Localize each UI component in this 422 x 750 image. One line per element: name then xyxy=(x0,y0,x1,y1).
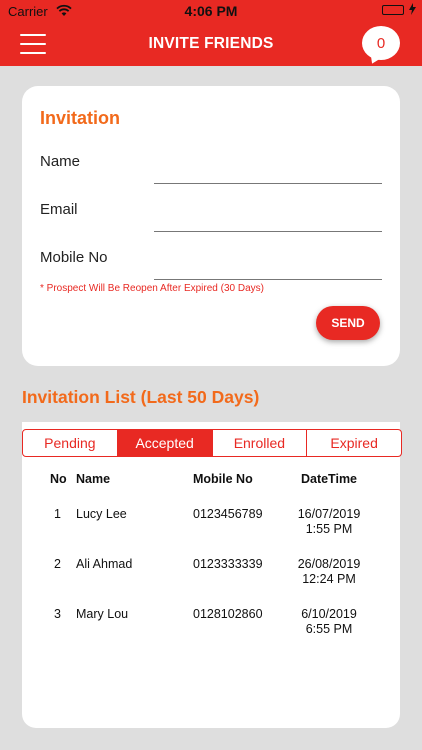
tab-enrolled[interactable]: Enrolled xyxy=(213,430,308,456)
invitation-list-panel: Pending Accepted Enrolled Expired No Nam… xyxy=(22,422,402,728)
name-label: Name xyxy=(40,153,81,170)
row-datetime: 6/10/2019 6:55 PM xyxy=(286,607,372,637)
page-title: INVITE FRIENDS xyxy=(148,35,274,52)
row-time: 12:24 PM xyxy=(302,572,356,586)
row-name: Ali Ahmad xyxy=(76,557,133,571)
invitation-list-title: Invitation List (Last 50 Days) xyxy=(22,387,260,407)
row-date: 26/08/2019 xyxy=(297,557,361,571)
email-label: Email xyxy=(40,201,78,218)
row-mobile: 0123456789 xyxy=(193,507,263,521)
charging-icon xyxy=(409,3,416,18)
column-header-no: No xyxy=(50,472,67,486)
send-button[interactable]: SEND xyxy=(316,306,380,340)
mobile-label: Mobile No xyxy=(40,249,108,266)
row-no: 3 xyxy=(54,607,61,621)
row-name: Mary Lou xyxy=(76,607,129,621)
column-header-datetime: DateTime xyxy=(300,472,358,486)
row-no: 2 xyxy=(54,557,61,571)
battery-icon xyxy=(382,5,404,15)
row-datetime: 26/08/2019 12:24 PM xyxy=(286,557,372,587)
email-field[interactable] xyxy=(154,209,382,232)
status-bar: Carrier 4:06 PM xyxy=(0,0,422,22)
invitation-card: Invitation Name Email Mobile No * Prospe… xyxy=(22,86,400,366)
status-tabs: Pending Accepted Enrolled Expired xyxy=(22,429,402,457)
row-name: Lucy Lee xyxy=(76,507,127,521)
tab-pending[interactable]: Pending xyxy=(23,430,118,456)
name-field[interactable] xyxy=(154,161,382,184)
mobile-field[interactable] xyxy=(154,257,382,280)
row-mobile: 0128102860 xyxy=(193,607,263,621)
row-no: 1 xyxy=(54,507,61,521)
row-datetime: 16/07/2019 1:55 PM xyxy=(286,507,372,537)
row-mobile: 0123333339 xyxy=(193,557,263,571)
table-row[interactable]: 2 Ali Ahmad 0123333339 26/08/2019 12:24 … xyxy=(22,557,400,601)
row-date: 6/10/2019 xyxy=(301,607,357,621)
column-header-mobile: Mobile No xyxy=(193,472,253,486)
column-header-name: Name xyxy=(76,472,111,486)
invitation-title: Invitation xyxy=(40,108,120,128)
tab-expired[interactable]: Expired xyxy=(307,430,401,456)
table-row[interactable]: 1 Lucy Lee 0123456789 16/07/2019 1:55 PM xyxy=(22,507,400,551)
row-date: 16/07/2019 xyxy=(297,507,361,521)
tab-accepted[interactable]: Accepted xyxy=(117,430,213,456)
table-row[interactable]: 3 Mary Lou 0128102860 6/10/2019 6:55 PM xyxy=(22,607,400,651)
notification-button[interactable]: 0 xyxy=(362,26,402,67)
nav-bar: INVITE FRIENDS 0 xyxy=(0,22,422,67)
status-time: 4:06 PM xyxy=(184,3,238,19)
row-time: 1:55 PM xyxy=(305,522,353,536)
row-time: 6:55 PM xyxy=(305,622,353,636)
notification-count: 0 xyxy=(362,26,400,60)
expiry-note: * Prospect Will Be Reopen After Expired … xyxy=(40,283,264,294)
